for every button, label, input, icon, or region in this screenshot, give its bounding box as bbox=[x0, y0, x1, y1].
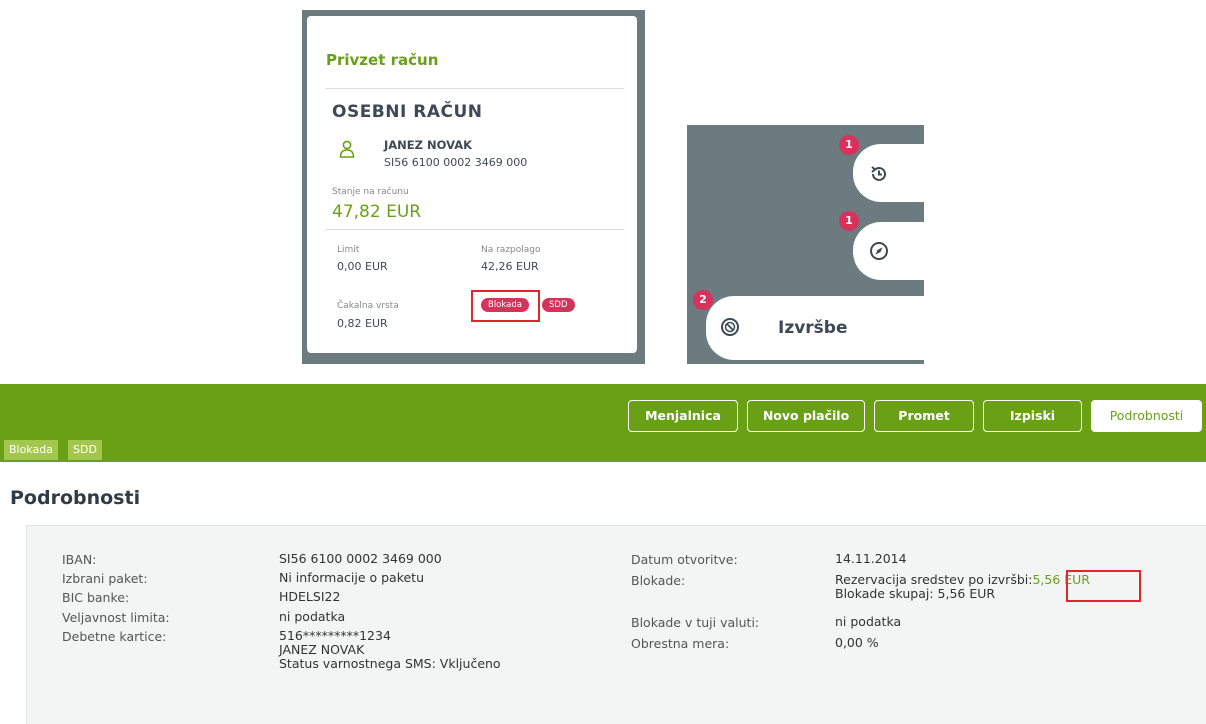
opening-date-label: Datum otvoritve: bbox=[631, 552, 738, 567]
debit-cards-label: Debetne kartice: bbox=[62, 629, 167, 644]
blocks-total: Blokade skupaj: 5,56 EUR bbox=[835, 586, 996, 601]
debit-card-number: 516*********1234 bbox=[279, 628, 391, 643]
blocks-label: Blokade: bbox=[631, 573, 686, 588]
compass-icon bbox=[870, 242, 888, 260]
nav-item-compass[interactable] bbox=[853, 222, 924, 280]
sms-status: Status varnostnega SMS: Vključeno bbox=[279, 656, 501, 671]
highlight-box bbox=[1066, 570, 1141, 602]
pending-label: Čakalna vrsta bbox=[337, 301, 399, 311]
foreign-blocks-label: Blokade v tuji valuti: bbox=[631, 615, 760, 630]
transactions-button[interactable]: Promet bbox=[874, 400, 974, 432]
nav-item-izvrsbe[interactable]: Izvršbe bbox=[706, 296, 924, 360]
account-type: OSEBNI RAČUN bbox=[332, 102, 483, 122]
foreign-blocks-value: ni podatka bbox=[835, 614, 902, 629]
reservation-text: Rezervacija sredstev po izvršbi: bbox=[835, 572, 1033, 587]
notification-badge: 1 bbox=[839, 135, 859, 155]
page-title: Podrobnosti bbox=[10, 487, 141, 509]
iban-value: SI56 6100 0002 3469 000 bbox=[279, 551, 442, 566]
notification-badge: 2 bbox=[693, 290, 713, 310]
menjalnica-button[interactable]: Menjalnica bbox=[628, 400, 738, 432]
sdd-tag[interactable]: SDD bbox=[68, 440, 102, 460]
package-value: Ni informacije o paketu bbox=[279, 570, 425, 585]
new-payment-button[interactable]: Novo plačilo bbox=[747, 400, 865, 432]
limit-label: Limit bbox=[337, 245, 360, 255]
account-card[interactable]: Privzet račun OSEBNI RAČUN JANEZ NOVAK S… bbox=[307, 16, 637, 353]
balance-label: Stanje na računu bbox=[332, 187, 409, 197]
package-label: Izbrani paket: bbox=[62, 571, 148, 586]
account-toolbar: Menjalnica Novo plačilo Promet Izpiski P… bbox=[0, 384, 1206, 462]
balance-value: 47,82 EUR bbox=[332, 202, 422, 222]
divider bbox=[326, 229, 624, 230]
details-panel: IBAN: SI56 6100 0002 3469 000 Izbrani pa… bbox=[26, 525, 1206, 724]
available-value: 42,26 EUR bbox=[481, 260, 539, 273]
blocks-value: Rezervacija sredstev po izvršbi:5,56 EUR bbox=[835, 573, 1090, 587]
account-holder: JANEZ NOVAK bbox=[384, 138, 473, 152]
divider bbox=[326, 88, 624, 89]
opening-date-value: 14.11.2014 bbox=[835, 551, 907, 566]
sdd-badge[interactable]: SDD bbox=[542, 298, 575, 312]
default-account-title: Privzet račun bbox=[326, 51, 439, 69]
account-card-panel: Privzet račun OSEBNI RAČUN JANEZ NOVAK S… bbox=[302, 10, 645, 364]
iban-label: IBAN: bbox=[62, 552, 97, 567]
account-iban: SI56 6100 0002 3469 000 bbox=[384, 156, 528, 169]
blokada-tag[interactable]: Blokada bbox=[4, 440, 58, 460]
statements-button[interactable]: Izpiski bbox=[983, 400, 1082, 432]
pending-value: 0,82 EUR bbox=[337, 317, 388, 330]
side-nav-crop: 1 1 Izvršbe 2 bbox=[687, 125, 924, 364]
blocked-icon bbox=[721, 318, 739, 336]
available-label: Na razpolago bbox=[481, 245, 541, 255]
history-icon bbox=[871, 166, 886, 181]
highlight-box bbox=[471, 290, 540, 322]
limit-validity-value: ni podatka bbox=[279, 609, 346, 624]
details-button[interactable]: Podrobnosti bbox=[1091, 400, 1202, 432]
nav-label-izvrsbe: Izvršbe bbox=[778, 318, 848, 338]
bic-value: HDELSI22 bbox=[279, 589, 341, 604]
limit-value: 0,00 EUR bbox=[337, 260, 388, 273]
notification-badge: 1 bbox=[839, 211, 859, 231]
nav-item-history[interactable] bbox=[853, 144, 924, 202]
interest-rate-value: 0,00 % bbox=[835, 635, 879, 650]
user-icon bbox=[339, 140, 355, 158]
interest-rate-label: Obrestna mera: bbox=[631, 636, 730, 651]
bic-label: BIC banke: bbox=[62, 590, 130, 605]
limit-validity-label: Veljavnost limita: bbox=[62, 610, 170, 625]
debit-card-holder: JANEZ NOVAK bbox=[279, 642, 365, 657]
